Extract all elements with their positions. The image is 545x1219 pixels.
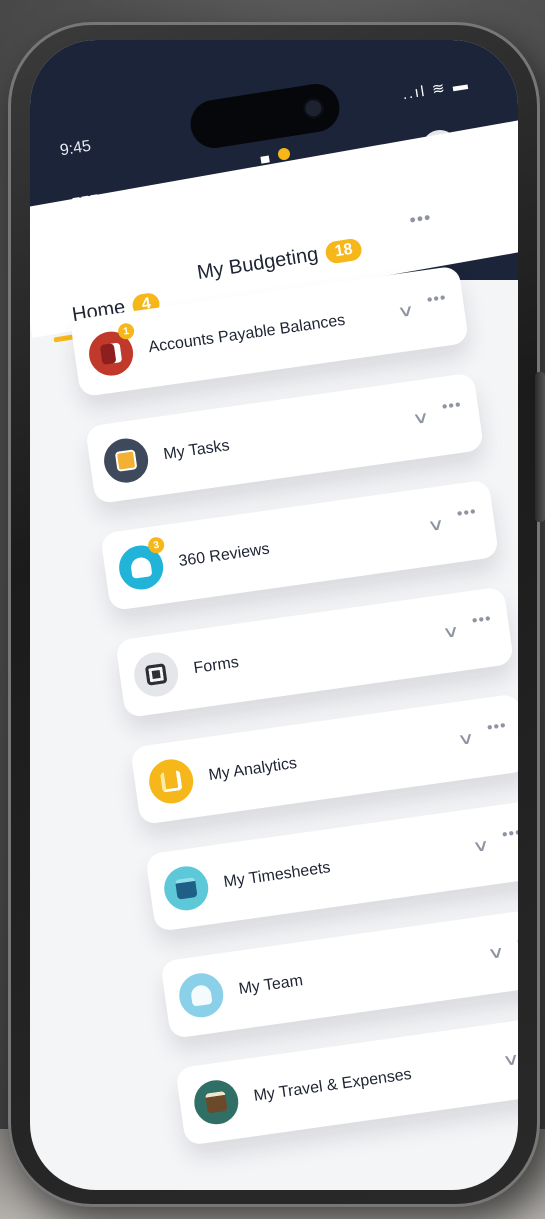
chevron-down-icon[interactable]: ∨ [396, 300, 416, 322]
chevron-down-icon[interactable]: ∨ [426, 514, 446, 536]
status-time: 9:45 [58, 137, 93, 160]
chevron-down-icon[interactable]: ∨ [411, 407, 431, 429]
widget-card[interactable]: Forms ∨ ••• [115, 586, 515, 719]
bar-chart-icon [146, 756, 197, 807]
logo-dot [278, 148, 290, 160]
more-options-icon[interactable]: ••• [456, 503, 478, 524]
more-options-icon[interactable]: ••• [516, 931, 518, 952]
widget-title: My Tasks [162, 437, 231, 464]
more-options-icon[interactable]: ••• [501, 824, 518, 845]
tab-label: My Budgeting [195, 243, 320, 285]
widget-card[interactable]: My Team ∨ ••• [160, 907, 518, 1039]
chevron-down-icon[interactable]: ∨ [456, 728, 476, 750]
camera-icon [301, 96, 325, 120]
side-button [535, 372, 545, 522]
calendar-icon [161, 863, 212, 914]
ledger-icon: 1 [86, 322, 136, 379]
widget-card[interactable]: My Analytics ∨ ••• [130, 693, 518, 826]
more-options-icon[interactable]: ••• [471, 610, 493, 631]
notification-badge: 3 [147, 536, 166, 555]
widget-title: My Team [237, 972, 304, 998]
widget-title: My Timesheets [222, 859, 332, 891]
widget-card[interactable]: My Timesheets ∨ ••• [145, 800, 518, 932]
more-options-icon[interactable]: ••• [426, 289, 448, 310]
team-icon [176, 970, 227, 1021]
tab-my-budgeting[interactable]: My Budgeting 18 [196, 236, 364, 285]
dynamic-island [187, 80, 343, 152]
phone-screen: 9:45 ..ıl ≋ ▬ cia Home 4 My Budgeting 18 [30, 40, 518, 1190]
widget-card[interactable]: My Travel & Expenses ∨ ••• [175, 1014, 518, 1146]
wallet-icon [191, 1077, 242, 1128]
more-options-icon[interactable]: ••• [486, 717, 508, 738]
widget-title: 360 Reviews [177, 540, 271, 571]
widget-list: 1 Accounts Payable Balances ∨ ••• My Tas… [70, 265, 518, 1175]
more-options-icon[interactable]: ••• [408, 207, 433, 231]
phone-frame: 9:45 ..ıl ≋ ▬ cia Home 4 My Budgeting 18 [8, 22, 545, 1207]
chevron-down-icon[interactable]: ∨ [441, 621, 461, 643]
form-document-icon [131, 649, 182, 700]
widget-card[interactable]: 3 360 Reviews ∨ ••• [100, 479, 500, 612]
widget-card[interactable]: My Tasks ∨ ••• [85, 372, 485, 505]
checkbox-icon [101, 435, 151, 486]
count-badge: 18 [324, 236, 364, 265]
widget-title: Forms [192, 653, 240, 678]
widget-title: My Analytics [207, 754, 299, 785]
widget-title: My Travel & Expenses [252, 1065, 413, 1105]
chevron-down-icon[interactable]: ∨ [486, 942, 507, 964]
people-group-icon: 3 [116, 536, 166, 593]
chevron-down-icon[interactable]: ∨ [501, 1049, 518, 1071]
chevron-down-icon[interactable]: ∨ [471, 835, 492, 857]
status-icons: ..ıl ≋ ▬ [401, 75, 471, 104]
widget-title: Accounts Payable Balances [147, 311, 347, 357]
more-options-icon[interactable]: ••• [441, 396, 463, 417]
notification-badge: 1 [117, 322, 136, 341]
